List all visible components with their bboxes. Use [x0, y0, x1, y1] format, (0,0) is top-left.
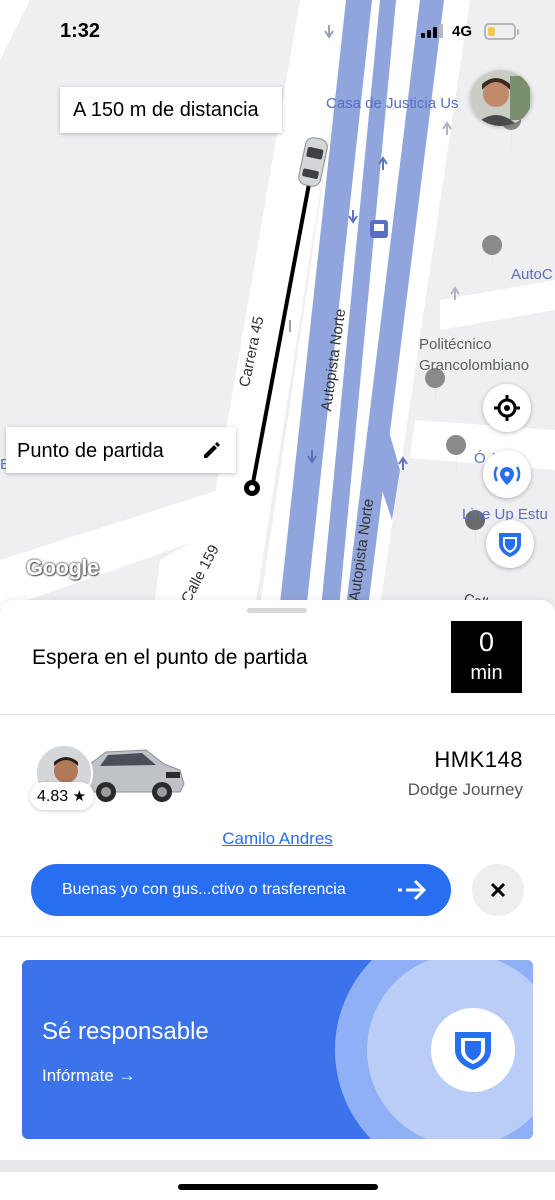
- divider: [0, 1160, 555, 1172]
- safety-button[interactable]: [486, 520, 534, 568]
- eta-unit: min: [470, 662, 503, 684]
- pickup-chip[interactable]: Punto de partida: [6, 427, 236, 473]
- rating-value: 4.83: [37, 788, 69, 805]
- wait-status-text: Espera en el punto de partida: [32, 646, 308, 669]
- share-trip-button[interactable]: [483, 450, 531, 498]
- shield-icon: [499, 533, 521, 557]
- status-time: 1:32: [60, 20, 101, 42]
- network-type: 4G: [452, 23, 473, 40]
- star-icon: ★: [72, 788, 87, 805]
- home-indicator[interactable]: [178, 1184, 378, 1190]
- google-logo: Google: [26, 555, 99, 580]
- arrow-right-icon: [398, 879, 427, 901]
- trip-sheet: Espera en el punto de partida 0 min 4.83…: [0, 600, 555, 1200]
- eta-box: 0 min: [451, 621, 522, 693]
- divider: [0, 714, 555, 715]
- sheet-grabber[interactable]: [247, 608, 307, 613]
- map-view[interactable]: Casa de Justicia Us AutoC Politécnico Gr…: [0, 0, 555, 640]
- close-icon: [490, 882, 506, 898]
- pencil-icon[interactable]: [200, 438, 224, 462]
- distance-chip: A 150 m de distancia: [60, 87, 282, 133]
- license-plate: HMK148: [434, 747, 523, 772]
- safety-card[interactable]: Sé responsable Infórmate →: [22, 960, 533, 1139]
- place-label: Grancolombiano: [419, 357, 530, 374]
- place-label: Politécnico: [419, 336, 492, 353]
- message-preview: Buenas yo con gus...ctivo o trasferencia: [62, 881, 346, 898]
- battery-icon: [484, 23, 519, 40]
- eta-number: 0: [478, 627, 495, 657]
- status-bar: 1:32 4G: [0, 0, 555, 60]
- locate-button[interactable]: [483, 384, 531, 432]
- message-button[interactable]: Buenas yo con gus...ctivo o trasferencia: [31, 864, 451, 916]
- signal-icon: [421, 24, 445, 38]
- driver-name-link[interactable]: Camilo Andres: [0, 829, 555, 849]
- shield-icon: [455, 1032, 491, 1070]
- car-model: Dodge Journey: [407, 780, 523, 799]
- crosshair-icon: [494, 395, 520, 421]
- safety-card-link[interactable]: Infórmate →: [42, 1066, 136, 1086]
- avatar-icon: [470, 70, 532, 126]
- user-avatar[interactable]: [470, 70, 532, 126]
- driver-rating: 4.83 ★: [30, 782, 94, 810]
- divider: [0, 936, 555, 937]
- close-message-button[interactable]: [472, 864, 524, 916]
- place-label: Casa de Justicia Us: [326, 95, 459, 112]
- pickup-label: Punto de partida: [17, 440, 164, 462]
- broadcast-icon: [493, 466, 521, 485]
- safety-card-title: Sé responsable: [42, 1018, 209, 1045]
- place-label: AutoC: [511, 266, 553, 283]
